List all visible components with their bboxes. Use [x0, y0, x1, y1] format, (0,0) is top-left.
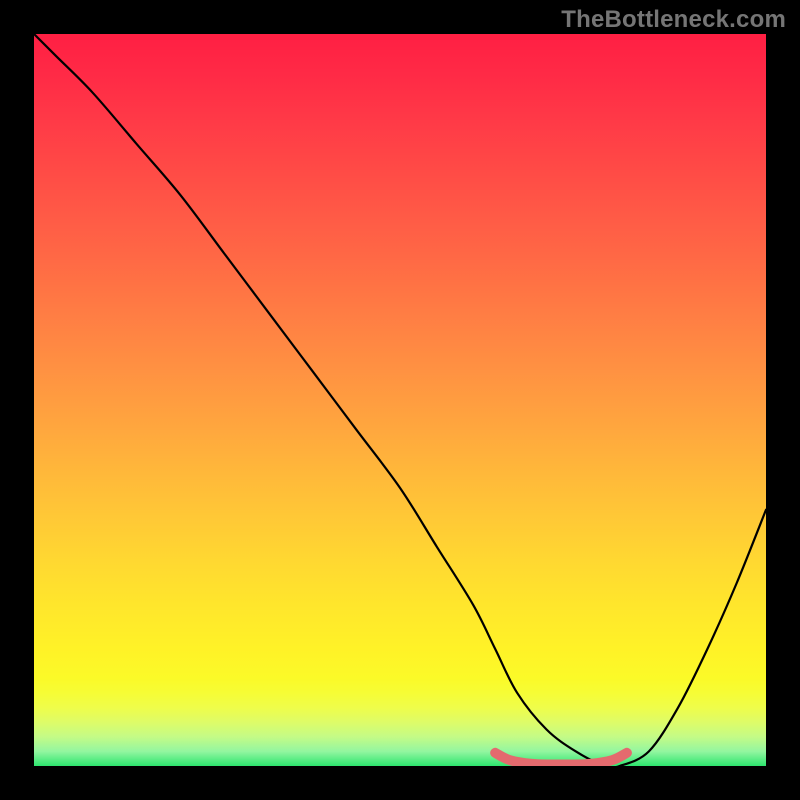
plot-area [34, 34, 766, 766]
optimal-band [495, 753, 627, 765]
curve-svg [34, 34, 766, 766]
bottleneck-curve [34, 34, 766, 766]
watermark-text: TheBottleneck.com [561, 6, 786, 34]
chart-frame: TheBottleneck.com [0, 0, 800, 800]
